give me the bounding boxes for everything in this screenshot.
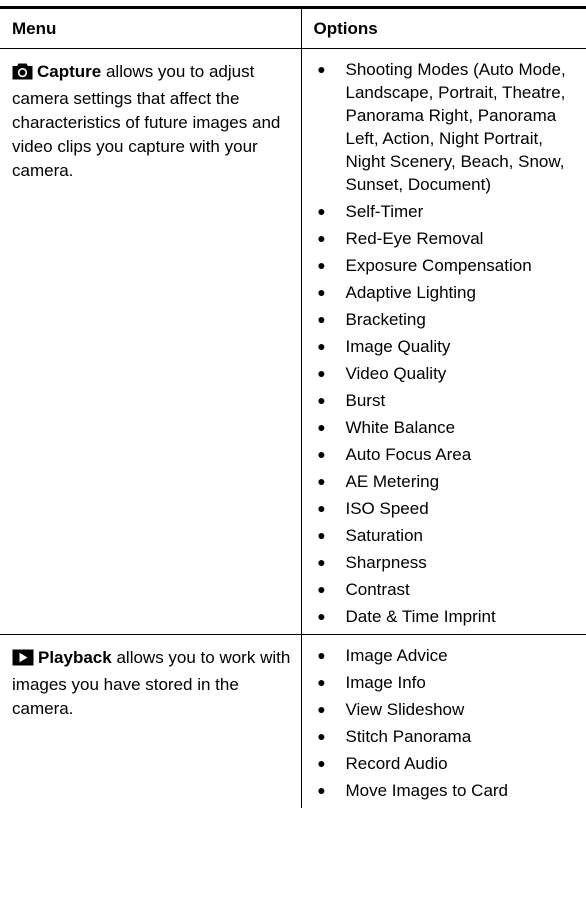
bullet-icon: ● (317, 728, 326, 744)
option-label: Stitch Panorama (345, 727, 472, 746)
playback-options-list: ● Image Advice ● Image Info ● View Slideshow ●… (302, 644, 586, 802)
option-item: ● ISO Speed (302, 497, 586, 520)
option-item: ● Image Quality (302, 335, 586, 358)
bullet-icon: ● (317, 755, 326, 771)
table-header-row: Menu Options (0, 6, 586, 49)
bullet-icon: ● (317, 338, 326, 354)
option-item: ● Date & Time Imprint (302, 605, 586, 628)
option-label: Image Quality (345, 337, 451, 356)
bullet-icon: ● (317, 230, 326, 246)
option-label: Auto Focus Area (345, 445, 472, 464)
bullet-icon: ● (317, 61, 326, 77)
option-label: ISO Speed (345, 499, 429, 518)
bullet-icon: ● (317, 500, 326, 516)
bullet-icon: ● (317, 647, 326, 663)
bullet-icon: ● (317, 365, 326, 381)
table-row-playback: Playback allows you to work with images … (0, 634, 586, 809)
option-item: ● Image Advice (302, 644, 586, 667)
menu-options-table: Menu Options Capture allows you to adjus… (0, 6, 586, 808)
option-item: ● Adaptive Lighting (302, 281, 586, 304)
bullet-icon: ● (317, 203, 326, 219)
playback-icon (12, 649, 34, 673)
bullet-icon: ● (317, 419, 326, 435)
bullet-icon: ● (317, 311, 326, 327)
capture-menu-cell: Capture allows you to adjust camera sett… (0, 48, 301, 635)
option-label: View Slideshow (345, 700, 465, 719)
bullet-icon: ● (317, 608, 326, 624)
bullet-icon: ● (317, 701, 326, 717)
options-column-header: Options (300, 6, 586, 49)
option-item: ● Bracketing (302, 308, 586, 331)
bullet-icon: ● (317, 674, 326, 690)
option-item: ● Shooting Modes (Auto Mode, Landscape, P… (302, 58, 586, 196)
option-label: Self-Timer (345, 202, 424, 221)
camera-icon (12, 63, 33, 87)
bullet-icon: ● (317, 446, 326, 462)
bullet-icon: ● (317, 554, 326, 570)
option-label: Sharpness (345, 553, 427, 572)
option-item: ● Saturation (302, 524, 586, 547)
option-label: Image Info (345, 673, 426, 692)
bullet-icon: ● (317, 581, 326, 597)
option-item: ● Self-Timer (302, 200, 586, 223)
menu-column-header: Menu (0, 6, 301, 49)
option-item: ● Exposure Compensation (302, 254, 586, 277)
option-label: Red-Eye Removal (345, 229, 484, 248)
bullet-icon: ● (317, 257, 326, 273)
option-item: ● Record Audio (302, 752, 586, 775)
option-item: ● Move Images to Card (302, 779, 586, 802)
option-label: Adaptive Lighting (345, 283, 476, 302)
option-item: ● Red-Eye Removal (302, 227, 586, 250)
option-label: Burst (345, 391, 386, 410)
table-row-capture: Capture allows you to adjust camera sett… (0, 48, 586, 635)
option-label: Shooting Modes (Auto Mode, Landscape, Po… (345, 60, 566, 194)
bullet-icon: ● (317, 782, 326, 798)
bullet-icon: ● (317, 473, 326, 489)
bullet-icon: ● (317, 527, 326, 543)
option-item: ● Auto Focus Area (302, 443, 586, 466)
option-label: Record Audio (345, 754, 448, 773)
option-label: Bracketing (345, 310, 426, 329)
option-item: ● Stitch Panorama (302, 725, 586, 748)
option-item: ● Sharpness (302, 551, 586, 574)
option-item: ● AE Metering (302, 470, 586, 493)
option-label: Move Images to Card (345, 781, 509, 800)
playback-menu-cell: Playback allows you to work with images … (0, 635, 301, 809)
option-item: ● Burst (302, 389, 586, 412)
bullet-icon: ● (317, 284, 326, 300)
option-label: Date & Time Imprint (345, 607, 496, 626)
option-label: Contrast (345, 580, 410, 599)
playback-options-cell: ● Image Advice ● Image Info ● View Slideshow ●… (300, 634, 586, 808)
capture-menu-name: Capture (37, 62, 102, 81)
capture-options-list: ● Shooting Modes (Auto Mode, Landscape, P… (302, 58, 586, 628)
option-item: ● Contrast (302, 578, 586, 601)
playback-menu-name: Playback (38, 648, 112, 667)
option-label: Exposure Compensation (345, 256, 532, 275)
option-item: ● White Balance (302, 416, 586, 439)
option-label: White Balance (345, 418, 456, 437)
capture-options-cell: ● Shooting Modes (Auto Mode, Landscape, P… (300, 48, 586, 635)
option-label: AE Metering (345, 472, 440, 491)
option-label: Video Quality (345, 364, 447, 383)
bullet-icon: ● (317, 392, 326, 408)
option-item: ● View Slideshow (302, 698, 586, 721)
option-label: Image Advice (345, 646, 448, 665)
option-item: ● Video Quality (302, 362, 586, 385)
option-item: ● Image Info (302, 671, 586, 694)
option-label: Saturation (345, 526, 424, 545)
